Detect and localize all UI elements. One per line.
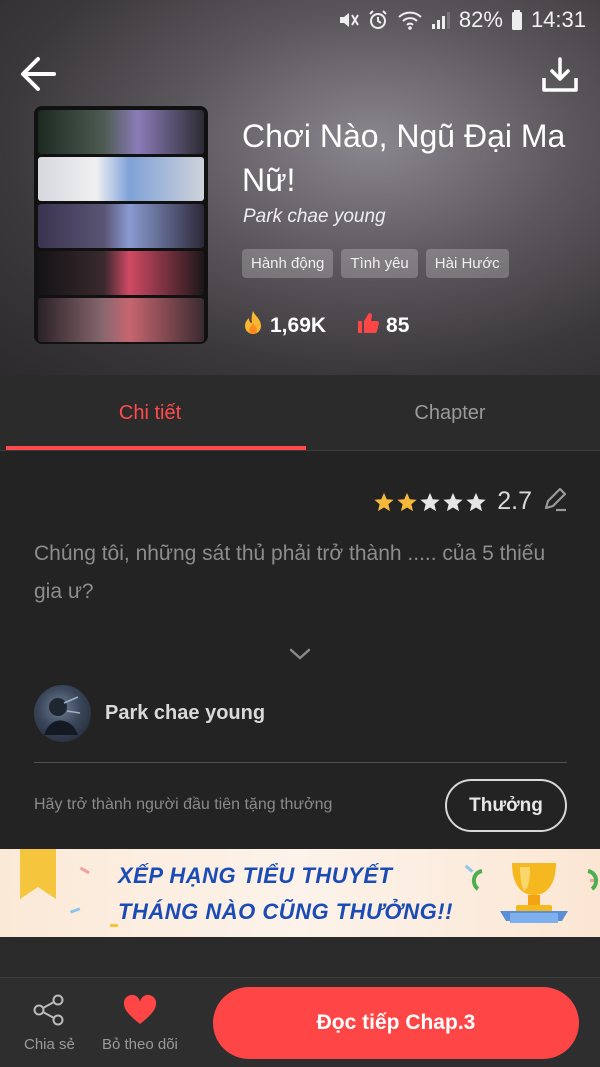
heart-icon <box>122 994 158 1030</box>
story-title: Chơi Nào, Ngũ Đại Ma Nữ! <box>242 118 566 198</box>
likes-stat: 85 <box>356 311 409 341</box>
tab-bar: Chi tiết Chapter <box>0 375 600 451</box>
thumbs-up-icon <box>356 311 380 341</box>
edit-pencil-icon[interactable] <box>542 486 568 517</box>
alarm-icon <box>367 9 389 31</box>
bookmark-ribbon-icon <box>20 849 56 899</box>
star-empty-icon <box>466 492 486 511</box>
star-filled-icon <box>397 492 417 511</box>
wifi-icon <box>397 9 423 31</box>
continue-reading-button[interactable]: Đọc tiếp Chap.3 <box>213 987 579 1059</box>
rating-stars <box>373 491 487 513</box>
reward-prompt: Hãy trở thành người đầu tiên tặng thưởng <box>34 796 333 813</box>
status-bar: 82% 14:31 <box>0 0 600 40</box>
spacer <box>0 937 600 977</box>
trophy-icon <box>471 863 599 923</box>
share-icon <box>32 994 66 1030</box>
author-name[interactable]: Park chae young <box>105 702 265 725</box>
unfollow-button[interactable]: Bỏ theo dõi <box>102 994 178 1053</box>
download-icon[interactable] <box>540 56 584 96</box>
banner-line-2: THÁNG NÀO CŨNG THƯỞNG!! <box>118 899 453 924</box>
clock: 14:31 <box>530 7 586 32</box>
chevron-down-icon[interactable] <box>288 646 312 667</box>
battery-percent: 82% <box>458 7 503 32</box>
genre-tag[interactable]: Tình yêu <box>341 249 418 278</box>
genre-tags: Hành động Tình yêu Hài Hước <box>242 249 509 278</box>
bottom-action-bar: Chia sẻ Bỏ theo dõi Đọc tiếp Chap.3 <box>0 977 600 1067</box>
genre-tag[interactable]: Hành động <box>242 249 334 278</box>
avatar[interactable] <box>34 685 91 742</box>
share-label: Chia sẻ <box>24 1036 75 1053</box>
divider <box>34 762 567 763</box>
rating: 2.7 <box>373 486 568 517</box>
cover-panel <box>38 298 204 342</box>
star-empty-icon <box>443 492 463 511</box>
banner-line-1: XẾP HẠNG TIỂU THUYẾT <box>118 863 393 888</box>
signal-icon <box>431 10 451 30</box>
rating-value: 2.7 <box>497 487 532 515</box>
share-button[interactable]: Chia sẻ <box>24 994 75 1053</box>
tab-details[interactable]: Chi tiết <box>0 375 306 450</box>
unfollow-label: Bỏ theo dõi <box>102 1036 178 1053</box>
cover-panel <box>38 110 204 154</box>
genre-tag[interactable]: Hài Hước <box>425 249 509 278</box>
tab-chapter[interactable]: Chapter <box>300 375 600 450</box>
story-description: Chúng tôi, những sát thủ phải trở thành … <box>34 542 546 603</box>
author-row[interactable]: Park chae young <box>34 685 265 742</box>
star-filled-icon <box>374 492 394 511</box>
cover-panel <box>38 251 204 295</box>
fire-icon <box>242 310 264 342</box>
reward-button[interactable]: Thưởng <box>445 779 567 832</box>
views-count: 1,69K <box>270 314 327 337</box>
ranking-banner[interactable]: XẾP HẠNG TIỂU THUYẾT THÁNG NÀO CŨNG THƯỞ… <box>0 849 600 937</box>
mute-icon <box>337 9 359 31</box>
story-header: 82% 14:31 Chơi Nào, Ngũ Đại Ma Nữ! Park … <box>0 0 600 375</box>
cover-panel <box>38 157 204 201</box>
story-cover-image[interactable] <box>34 106 208 344</box>
likes-count: 85 <box>386 314 410 337</box>
cover-panel <box>38 204 204 248</box>
battery-icon <box>511 9 523 31</box>
views-stat: 1,69K <box>242 310 326 342</box>
back-arrow-icon[interactable] <box>18 54 58 94</box>
story-stats: 1,69K 85 <box>242 310 439 342</box>
story-author[interactable]: Park chae young <box>243 206 386 228</box>
star-empty-icon <box>420 492 440 511</box>
